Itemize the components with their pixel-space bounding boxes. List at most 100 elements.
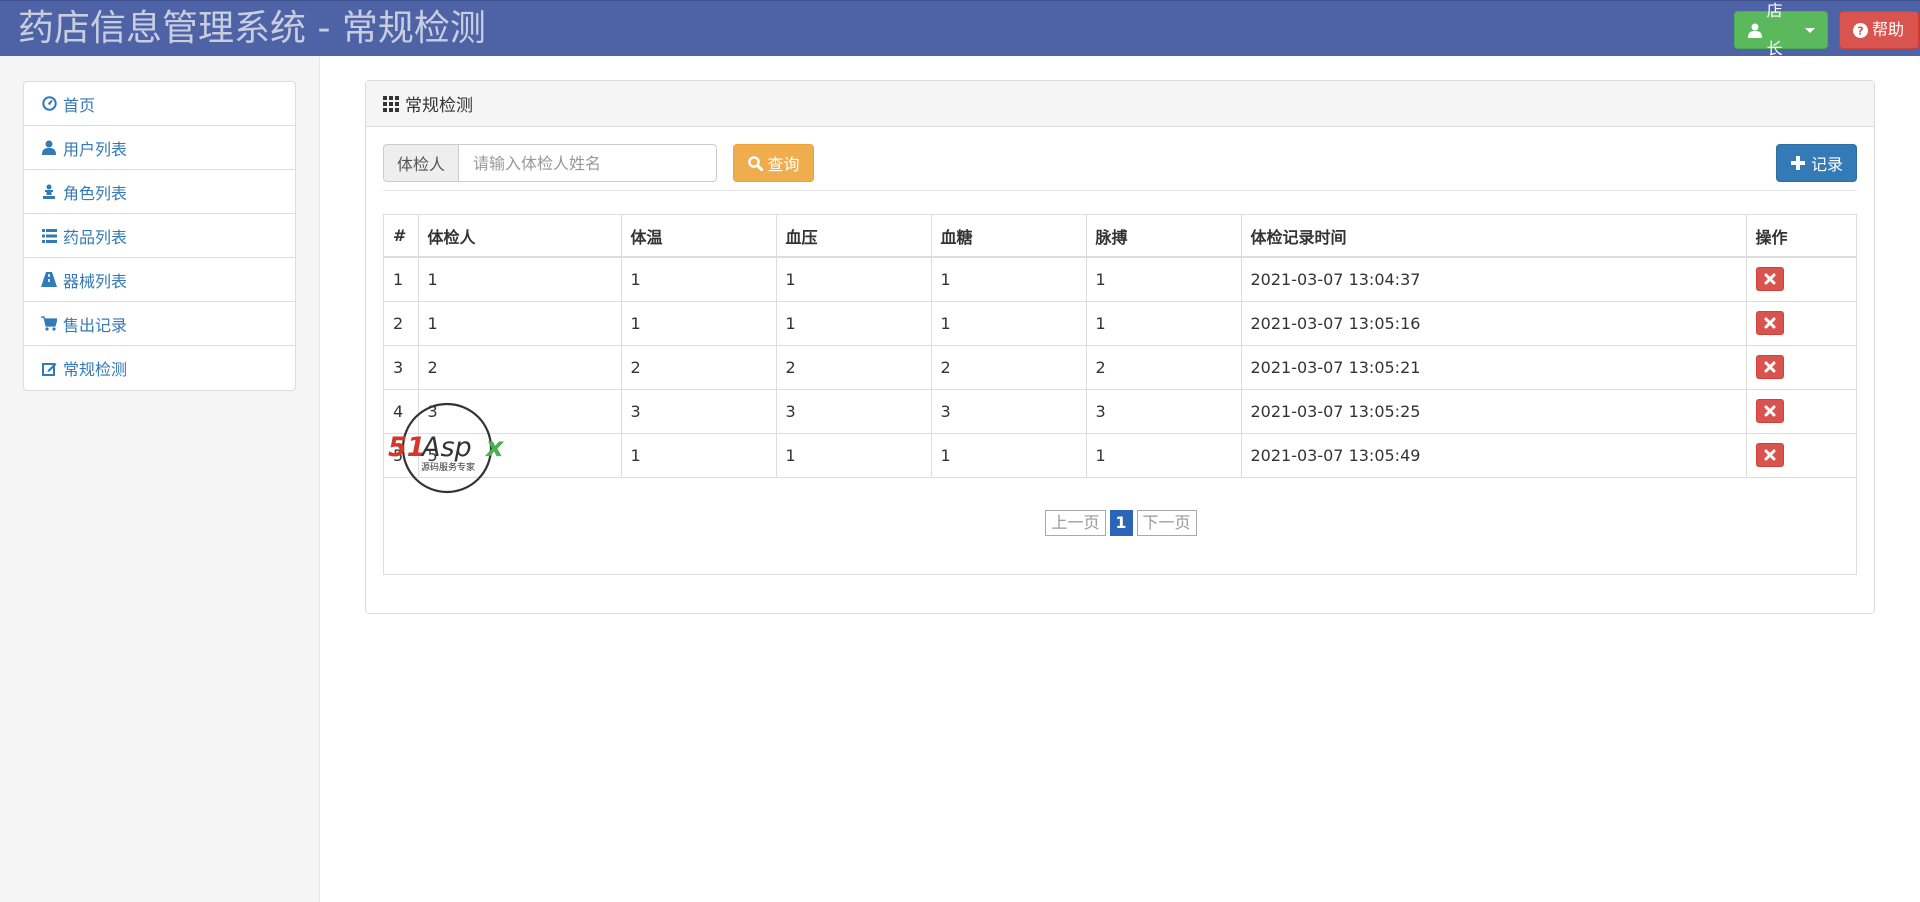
sidebar-item-sales[interactable]: 售出记录 [24, 302, 295, 346]
plus-icon [1790, 155, 1806, 171]
query-label: 查询 [767, 155, 800, 174]
table-cell: 1 [931, 433, 1087, 478]
column-header: 血糖 [931, 215, 1087, 258]
table-cell: 3 [776, 389, 932, 434]
table-cell: 3 [931, 389, 1087, 434]
table-cell: 1 [418, 301, 622, 346]
delete-button[interactable] [1755, 399, 1784, 423]
column-header: 脉搏 [1086, 215, 1242, 258]
query-button[interactable]: 查询 [733, 144, 814, 182]
sidebar-item-roles[interactable]: 角色列表 [24, 170, 295, 214]
column-header: 操作 [1746, 215, 1857, 258]
top-navbar: 药店信息管理系统 - 常规检测 店长 ? 帮助 [0, 0, 1920, 58]
sidebar-item-label: 售出记录 [63, 315, 128, 335]
remove-icon [1764, 273, 1775, 285]
action-cell [1746, 345, 1857, 390]
sidebar-item-devices[interactable]: 器械列表 [24, 258, 295, 302]
table-cell: 2 [776, 345, 932, 390]
table-cell: 2021-03-07 13:05:16 [1241, 301, 1747, 346]
search-group: 体检人 [383, 144, 717, 182]
action-cell [1746, 301, 1857, 346]
action-cell [1746, 257, 1857, 302]
table-cell: 1 [1086, 301, 1242, 346]
table-cell: 3 [621, 389, 777, 434]
svg-text:源码服务专家: 源码服务专家 [421, 461, 475, 473]
add-record-button[interactable]: 记录 [1776, 144, 1857, 182]
search-icon [747, 155, 763, 171]
user-icon [41, 140, 57, 156]
table-cell: 1 [418, 257, 622, 302]
record-label: 记录 [1810, 155, 1843, 174]
table-cell: 1 [1086, 433, 1242, 478]
sidebar-item-users[interactable]: 用户列表 [24, 126, 295, 170]
table-cell: 2021-03-07 13:05:21 [1241, 345, 1747, 390]
edit-icon [41, 360, 57, 376]
delete-button[interactable] [1755, 311, 1784, 335]
main-panel: 常规检测 体检人 查询 记录 # 体检人 体温 血压 [365, 80, 1875, 614]
svg-text:Asp: Asp [420, 432, 472, 463]
user-menu-button[interactable]: 店长 [1734, 1, 1828, 58]
caret-down-icon [1805, 27, 1815, 33]
watermark-logo: 51 Asp x 源码服务专家 [386, 400, 512, 496]
page-number-button[interactable]: 1 [1109, 510, 1133, 536]
checkup-table-container: # 体检人 体温 血压 血糖 脉搏 体检记录时间 操作 1 1 1 1 1 1 … [383, 214, 1857, 575]
panel-title: 常规检测 [405, 96, 473, 116]
table-row: 4 3 3 3 3 3 2021-03-07 13:05:25 [384, 389, 1857, 434]
action-cell [1746, 433, 1857, 478]
help-label: 帮助 [1872, 20, 1905, 39]
sidebar-item-label: 首页 [63, 95, 96, 115]
table-cell: 2 [621, 345, 777, 390]
table-cell: 2021-03-07 13:04:37 [1241, 257, 1747, 302]
sidebar-item-label: 器械列表 [63, 271, 128, 291]
remove-icon [1764, 449, 1775, 461]
table-row: 1 1 1 1 1 1 2021-03-07 13:04:37 [384, 257, 1857, 302]
question-circle-icon: ? [1852, 22, 1868, 38]
column-header: 血压 [776, 215, 932, 258]
delete-button[interactable] [1755, 267, 1784, 292]
table-cell: 1 [776, 257, 932, 302]
remove-icon [1764, 317, 1775, 329]
remove-icon [1764, 405, 1775, 417]
next-page-button[interactable]: 下一页 [1136, 510, 1197, 536]
sidebar-item-label: 用户列表 [63, 139, 128, 159]
table-cell: 1 [384, 257, 419, 302]
table-cell: 2 [418, 345, 622, 390]
app-title: 药店信息管理系统 - 常规检测 [18, 8, 486, 49]
checkup-table: # 体检人 体温 血压 血糖 脉搏 体检记录时间 操作 1 1 1 1 1 1 … [384, 215, 1857, 478]
table-cell: 3 [384, 345, 419, 390]
table-cell: 2 [931, 345, 1087, 390]
table-cell: 1 [776, 301, 932, 346]
action-cell [1746, 389, 1857, 434]
table-cell: 1 [776, 433, 932, 478]
dashboard-icon [41, 96, 57, 112]
table-cell: 1 [621, 257, 777, 302]
table-cell: 2 [1086, 345, 1242, 390]
user-icon [1747, 22, 1763, 38]
sidebar-item-checkup[interactable]: 常规检测 [24, 346, 295, 390]
delete-button[interactable] [1755, 443, 1784, 467]
table-row: 2 1 1 1 1 1 2021-03-07 13:05:16 [384, 301, 1857, 346]
sidebar-nav: 首页 用户列表 角色列表 药品列表 器械列表 售出记录 常规检测 [23, 81, 296, 391]
sidebar-item-home[interactable]: 首页 [24, 82, 295, 126]
sidebar-item-medicines[interactable]: 药品列表 [24, 214, 295, 258]
table-header-row: # 体检人 体温 血压 血糖 脉搏 体检记录时间 操作 [384, 215, 1857, 258]
svg-text:51: 51 [388, 432, 426, 463]
chess-icon [41, 184, 57, 200]
table-cell: 1 [621, 301, 777, 346]
table-row: 5 5 1 1 1 1 2021-03-07 13:05:49 [384, 433, 1857, 478]
table-cell: 3 [1086, 389, 1242, 434]
table-cell: 2021-03-07 13:05:49 [1241, 433, 1747, 478]
search-addon-label: 体检人 [383, 144, 459, 182]
pagination: 上一页 1 下一页 [384, 510, 1858, 536]
help-button[interactable]: ? 帮助 [1839, 11, 1919, 49]
table-row: 3 2 2 2 2 2 2021-03-07 13:05:21 [384, 345, 1857, 390]
delete-button[interactable] [1755, 355, 1784, 379]
table-cell: 1 [1086, 257, 1242, 302]
table-cell: 2 [384, 301, 419, 346]
list-icon [41, 228, 57, 244]
prev-page-button[interactable]: 上一页 [1045, 510, 1106, 536]
sidebar-item-label: 常规检测 [63, 360, 128, 379]
search-input[interactable] [459, 144, 717, 182]
sidebar-item-label: 药品列表 [63, 227, 128, 247]
panel-heading: 常规检测 [366, 81, 1874, 127]
